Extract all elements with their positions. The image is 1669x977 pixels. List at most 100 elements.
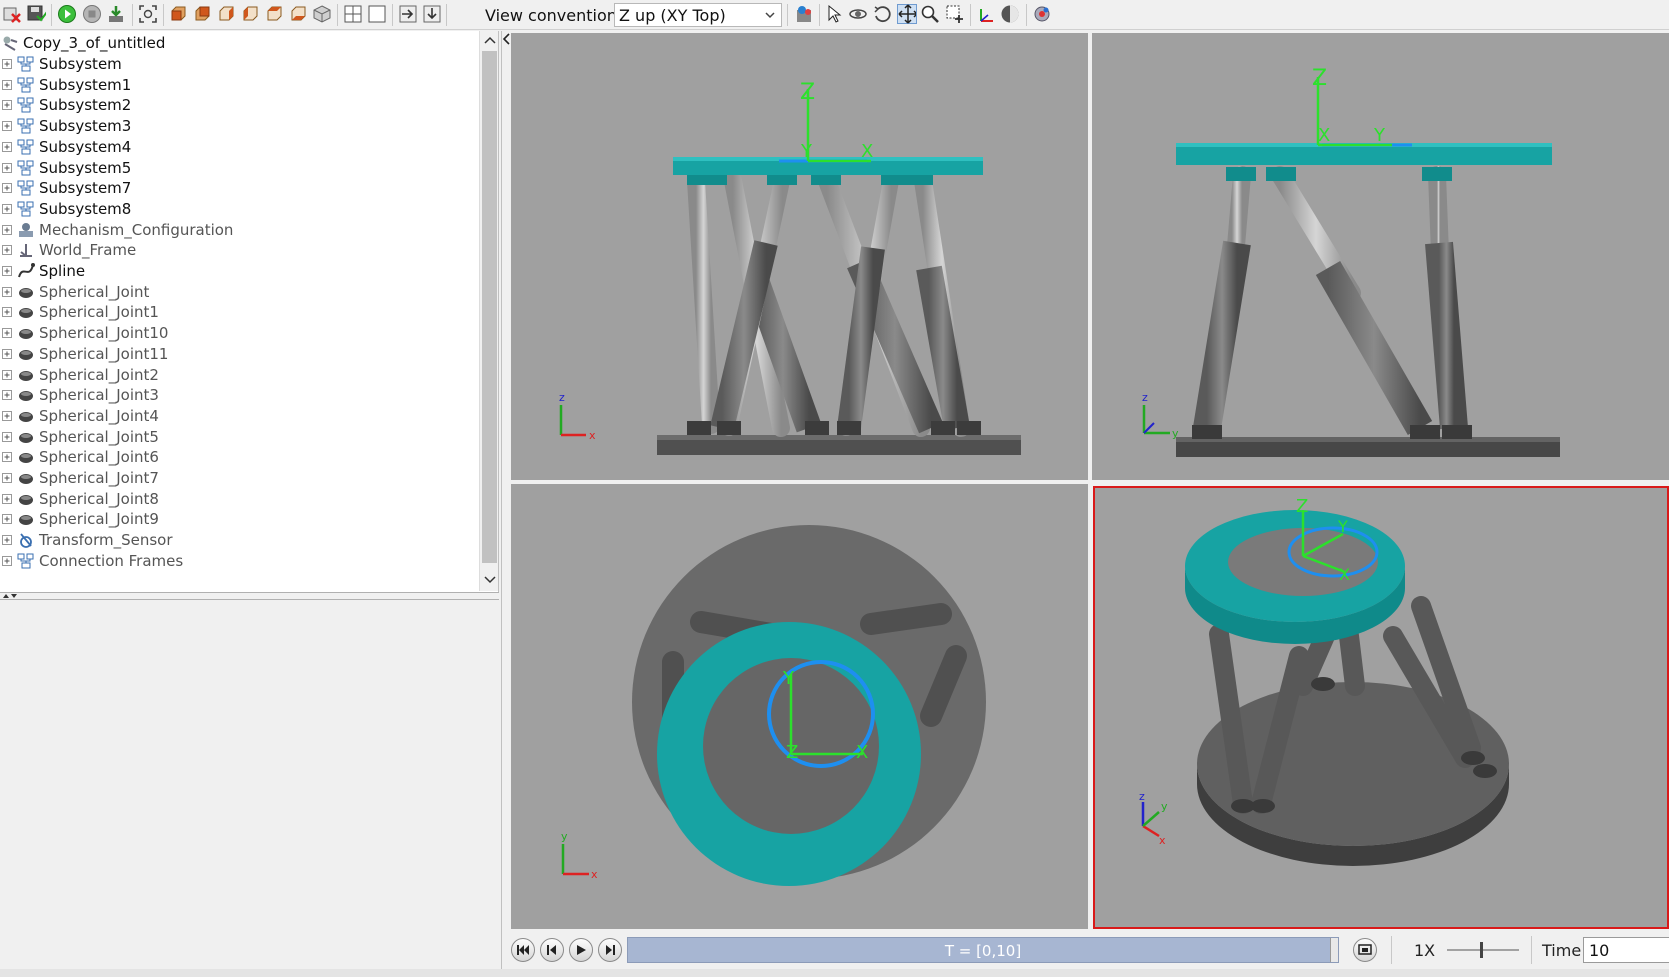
expand-icon[interactable]: [1, 224, 13, 236]
tree-item[interactable]: Spherical_Joint8: [0, 488, 159, 510]
roll-icon[interactable]: [872, 4, 892, 24]
export-icon[interactable]: [422, 4, 442, 24]
scroll-down-icon[interactable]: [484, 575, 496, 585]
scroll-up-icon[interactable]: [484, 35, 496, 45]
time-slider[interactable]: T = [0,10]: [627, 937, 1339, 963]
tree-item[interactable]: Subsystem5: [0, 157, 131, 179]
tree-item[interactable]: Subsystem3: [0, 115, 131, 137]
viewport-isometric[interactable]: Z Y X z y x: [1093, 486, 1669, 929]
stop-icon[interactable]: [82, 4, 102, 24]
tree-item[interactable]: Spherical_Joint10: [0, 322, 168, 344]
tree-item[interactable]: Spherical_Joint5: [0, 426, 159, 448]
zoom-icon[interactable]: [920, 4, 940, 24]
time-input[interactable]: 10: [1583, 937, 1669, 963]
tree-item[interactable]: Subsystem7: [0, 177, 131, 199]
view-front-icon[interactable]: [168, 4, 188, 24]
tree-item[interactable]: World_Frame: [0, 239, 136, 261]
view-bottom-icon[interactable]: [288, 4, 308, 24]
single-view-icon[interactable]: [367, 4, 387, 24]
expand-icon[interactable]: [1, 99, 13, 111]
save-icon[interactable]: [26, 4, 46, 24]
expand-icon[interactable]: [1, 58, 13, 70]
expand-icon[interactable]: [1, 79, 13, 91]
time-slider-handle[interactable]: [1330, 938, 1338, 962]
rotate-icon[interactable]: [848, 4, 868, 24]
expand-icon[interactable]: [1, 286, 13, 298]
tree-item[interactable]: Subsystem4: [0, 136, 131, 158]
tree-item[interactable]: Subsystem: [0, 53, 122, 75]
view-top-icon[interactable]: [264, 4, 284, 24]
view-convention-select[interactable]: Z up (XY Top): [614, 3, 782, 27]
tree-item[interactable]: Spline: [0, 260, 85, 282]
select-pointer-icon[interactable]: [824, 4, 844, 24]
tree-item[interactable]: Subsystem1: [0, 74, 131, 96]
tree-item[interactable]: Spherical_Joint1: [0, 301, 159, 323]
scroll-thumb[interactable]: [482, 51, 497, 563]
expand-icon[interactable]: [1, 534, 13, 546]
expand-icon[interactable]: [1, 348, 13, 360]
expand-icon[interactable]: [1, 472, 13, 484]
speed-slider[interactable]: [1445, 938, 1521, 962]
axis-z-label: Z: [800, 80, 815, 105]
tree-item[interactable]: Spherical_Joint4: [0, 405, 159, 427]
expand-icon[interactable]: [1, 431, 13, 443]
tree-item[interactable]: Subsystem2: [0, 94, 131, 116]
expand-icon[interactable]: [1, 244, 13, 256]
viewport-top[interactable]: Y Z X y x: [511, 484, 1088, 929]
tree-item[interactable]: Mechanism_Configuration: [0, 219, 233, 241]
expand-icon[interactable]: [1, 389, 13, 401]
tree-item[interactable]: Connection Frames: [0, 550, 183, 572]
tree-item[interactable]: Spherical_Joint11: [0, 343, 168, 365]
expand-icon[interactable]: [1, 203, 13, 215]
tree-item[interactable]: Spherical_Joint3: [0, 384, 159, 406]
expand-icon[interactable]: [1, 265, 13, 277]
tree-item[interactable]: Spherical_Joint6: [0, 446, 159, 468]
next-frame-icon[interactable]: [398, 4, 418, 24]
panel-splitter[interactable]: [0, 592, 499, 600]
viewport-front[interactable]: Z Y X z x: [511, 33, 1088, 480]
expand-icon[interactable]: [1, 141, 13, 153]
collapse-left-icon[interactable]: [503, 33, 510, 45]
expand-icon[interactable]: [1, 162, 13, 174]
rewind-button[interactable]: [511, 938, 535, 962]
step-back-button[interactable]: [540, 938, 564, 962]
tree-scrollbar[interactable]: [479, 31, 498, 591]
zoom-fit-icon[interactable]: [138, 4, 158, 24]
pan-icon[interactable]: [897, 4, 917, 24]
view-back-icon[interactable]: [192, 4, 212, 24]
expand-icon[interactable]: [1, 182, 13, 194]
delete-icon[interactable]: [2, 4, 22, 24]
expand-icon[interactable]: [1, 327, 13, 339]
expand-icon[interactable]: [1, 306, 13, 318]
tree-item[interactable]: Spherical_Joint2: [0, 364, 159, 386]
view-right-icon[interactable]: [240, 4, 260, 24]
settings-icon[interactable]: [1032, 4, 1052, 24]
expand-icon[interactable]: [1, 555, 13, 567]
expand-icon[interactable]: [1, 120, 13, 132]
tree-item[interactable]: Spherical_Joint9: [0, 508, 159, 530]
viewport-side[interactable]: Z X Y z y: [1092, 33, 1669, 480]
panel-collapse-bar[interactable]: [501, 31, 510, 969]
expand-icon[interactable]: [1, 369, 13, 381]
step-forward-button[interactable]: [598, 938, 622, 962]
axes-triad-icon[interactable]: [976, 4, 996, 24]
play-button[interactable]: [569, 938, 593, 962]
tree-item[interactable]: Transform_Sensor: [0, 529, 173, 551]
tree-item[interactable]: Spherical_Joint7: [0, 467, 159, 489]
tree-root[interactable]: Copy_3_of_untitled: [0, 32, 165, 54]
zoom-box-icon[interactable]: [945, 4, 965, 24]
four-views-icon[interactable]: [343, 4, 363, 24]
expand-icon[interactable]: [1, 451, 13, 463]
view-left-icon[interactable]: [216, 4, 236, 24]
record-button[interactable]: [1353, 938, 1377, 962]
sphere-shading-icon[interactable]: [1000, 4, 1020, 24]
expand-icon[interactable]: [1, 493, 13, 505]
import-icon[interactable]: [106, 4, 126, 24]
play-icon[interactable]: [57, 4, 77, 24]
view-isometric-icon[interactable]: [312, 4, 332, 24]
expand-icon[interactable]: [1, 513, 13, 525]
render-options-icon[interactable]: [794, 4, 814, 24]
tree-item[interactable]: Spherical_Joint: [0, 281, 149, 303]
tree-item[interactable]: Subsystem8: [0, 198, 131, 220]
expand-icon[interactable]: [1, 410, 13, 422]
